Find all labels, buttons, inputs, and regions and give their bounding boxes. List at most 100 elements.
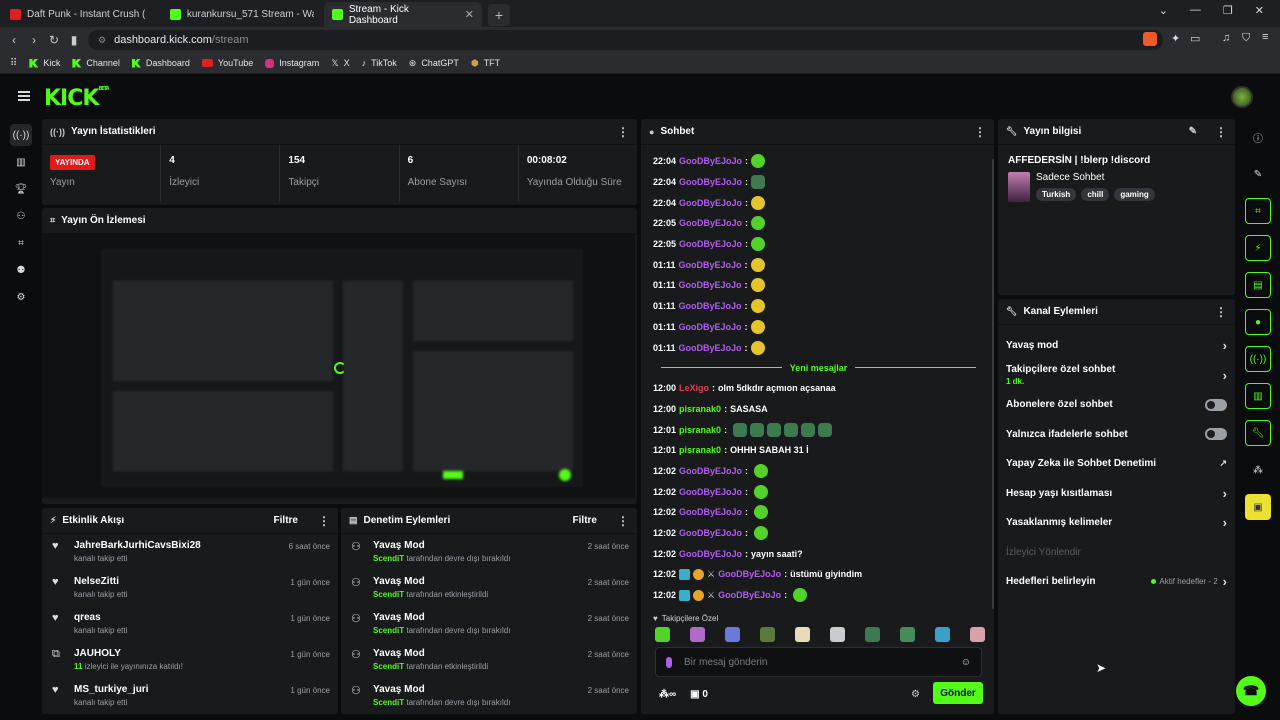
chat-widget-icon[interactable]: ● [1245,309,1271,335]
chat-username[interactable]: GooDByEJoJo [679,507,742,517]
moderation-widget-icon[interactable]: ▤ [1245,272,1271,298]
chat-username[interactable]: pisranak0 [679,445,721,455]
tag-badge[interactable]: Turkish [1036,188,1077,201]
filter-button[interactable]: Filtre [274,515,298,526]
bookmark-kick[interactable]: Kick [29,58,60,68]
chat-username[interactable]: GooDByEJoJo [679,487,742,497]
feed-user[interactable]: MS_turkiye_juri [74,684,290,695]
emote-button[interactable] [970,627,985,642]
send-button[interactable]: Gönder [933,682,983,704]
chat-username[interactable]: pisranak0 [679,404,721,414]
kick-logo[interactable]: KICKBETA [44,86,110,111]
chat-username[interactable]: GooDByEJoJo [718,590,781,600]
chat-username[interactable]: GooDByEJoJo [679,343,742,353]
browser-tab-kick-watch[interactable]: kurankursu_571 Stream - Watch Live [162,2,322,27]
slow-mode-row[interactable]: Yavaş mod › [998,331,1235,361]
bookmark-channel[interactable]: Channel [72,58,120,68]
mod-user[interactable]: ScendiT [373,554,404,563]
preview-widget-icon[interactable]: ⌗ [1245,198,1271,224]
bookmark-x[interactable]: 𝕏X [331,58,349,69]
tab-search-icon[interactable]: ⌄ [1159,4,1168,17]
apps-grid-icon[interactable]: ⠿ [10,58,17,69]
emote-button[interactable] [655,627,670,642]
feed-user[interactable]: qreas [74,612,290,623]
pencil-icon[interactable]: ✎ [1245,161,1271,187]
forward-icon[interactable]: › [24,33,44,47]
more-options-icon[interactable]: ⋮ [1215,125,1227,139]
more-options-icon[interactable]: ⋮ [318,514,330,528]
new-tab-button[interactable]: + [488,4,510,26]
category-thumbnail[interactable] [1008,172,1030,202]
followers-only-row[interactable]: Takipçilere özel sohbet 1 dk. › [998,361,1235,391]
emote-button[interactable] [935,627,950,642]
more-options-icon[interactable]: ⋮ [1215,305,1227,319]
bookmark-tiktok[interactable]: ♪ TikTok [362,58,397,68]
infinity-icon[interactable]: ⁂∞ [659,689,676,700]
category-name[interactable]: Sadece Sohbet [1036,172,1155,183]
reload-icon[interactable]: ↻ [44,33,64,47]
tag-badge[interactable]: gaming [1114,188,1155,201]
stream-nav-icon[interactable]: ((·)) [10,124,32,146]
more-options-icon[interactable]: ⋮ [974,125,986,139]
community-nav-icon[interactable]: ⚇ [10,205,32,227]
sidebar-icon[interactable]: ▭ [1190,32,1200,45]
chat-username[interactable]: GooDByEJoJo [679,322,742,332]
filter-button[interactable]: Filtre [573,515,597,526]
trophy-nav-icon[interactable]: 🏆︎ [10,178,32,200]
browser-tab-youtube[interactable]: Daft Punk - Instant Crush (Officia [2,2,160,27]
bookmark-icon[interactable]: ▮ [64,33,84,47]
emote-button[interactable] [760,627,775,642]
url-field[interactable]: ⚙ dashboard.kick.com/stream ⇪ [88,30,1163,50]
media-icon[interactable]: ♫ [1222,32,1230,44]
feed-user[interactable]: JahreBarkJurhiCavsBixi28 [74,540,289,551]
new-messages-divider[interactable]: Yeni mesajlar [653,358,984,378]
chat-username[interactable]: LeXigo [679,383,709,393]
banned-words-row[interactable]: Yasaklanmış kelimeler › [998,508,1235,538]
emote-button[interactable] [865,627,880,642]
extensions-icon[interactable]: ✦ [1171,32,1180,45]
info-widget-icon[interactable]: 🔧︎ [1245,420,1271,446]
brave-shield-icon[interactable] [1143,32,1157,46]
chat-username[interactable]: pisranak0 [679,425,721,435]
bookmark-instagram[interactable]: Instagram [265,58,319,68]
activity-widget-icon[interactable]: ⚡︎ [1245,235,1271,261]
chat-username[interactable]: GooDByEJoJo [679,280,742,290]
close-tab-icon[interactable]: ✕ [465,8,474,21]
chat-username[interactable]: GooDByEJoJo [679,198,742,208]
emote-button[interactable] [830,627,845,642]
site-info-icon[interactable]: ⚙ [98,35,106,46]
more-options-icon[interactable]: ⋮ [617,125,629,139]
vpn-icon[interactable]: ⛉ [1242,32,1250,45]
stream-preview-video[interactable] [42,234,635,498]
emote-button[interactable] [725,627,740,642]
back-icon[interactable]: ‹ [4,33,24,47]
emotes-only-toggle[interactable] [1205,428,1227,441]
emoji-icon[interactable]: ☺ [961,657,971,668]
screen-nav-icon[interactable]: ⌗ [10,232,32,254]
ai-moderation-row[interactable]: Yapay Zeka ile Sohbet Denetimi ↗ [998,449,1235,479]
account-age-row[interactable]: Hesap yaşı kısıtlaması › [998,479,1235,509]
emote-button[interactable] [795,627,810,642]
mod-user[interactable]: ScendiT [373,698,404,707]
maximize-icon[interactable]: ❐ [1223,4,1233,17]
bookmark-chatgpt[interactable]: ⊛ ChatGPT [409,58,459,69]
users-nav-icon[interactable]: ⚉ [10,259,32,281]
emote-button[interactable] [690,627,705,642]
mic-icon[interactable] [666,656,672,668]
feed-user[interactable]: NelseZitti [74,576,290,587]
chat-username[interactable]: GooDByEJoJo [679,466,742,476]
minimize-icon[interactable]: — [1190,4,1201,17]
chat-username[interactable]: GooDByEJoJo [679,549,742,559]
more-options-icon[interactable]: ⋮ [617,514,629,528]
mod-user[interactable]: ScendiT [373,626,404,635]
tag-badge[interactable]: chill [1081,188,1110,201]
mod-user[interactable]: ScendiT [373,662,404,671]
browser-tab-dashboard[interactable]: Stream - Kick Dashboard ✕ [324,2,482,27]
avatar[interactable] [1231,86,1253,108]
close-window-icon[interactable]: ✕ [1255,4,1264,17]
chat-username[interactable]: GooDByEJoJo [679,260,742,270]
chat-username[interactable]: GooDByEJoJo [679,301,742,311]
stats-widget-icon[interactable]: ((·)) [1245,346,1271,372]
chat-username[interactable]: GooDByEJoJo [679,528,742,538]
apps-icon[interactable]: ⁂ [1245,457,1271,483]
